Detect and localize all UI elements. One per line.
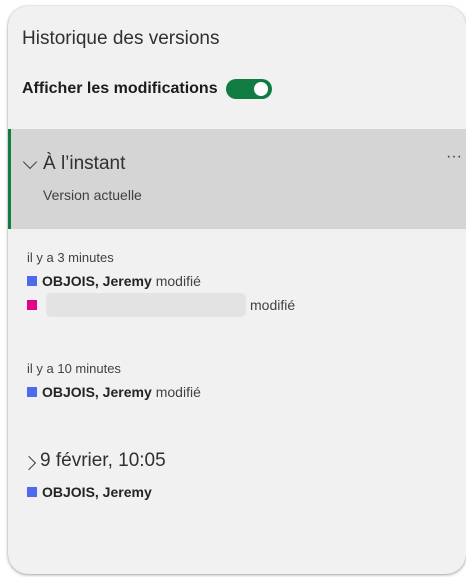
change-action: modifié bbox=[155, 384, 201, 400]
current-version-title: À l’instant bbox=[43, 153, 126, 174]
change-action: modifié bbox=[155, 273, 201, 289]
version-group-10-min: il y a 10 minutes OBJOIS, Jeremy modifié bbox=[27, 361, 201, 406]
change-action: modifié bbox=[250, 297, 296, 313]
current-version-subtitle: Version actuelle bbox=[43, 187, 142, 203]
version-timestamp: il y a 10 minutes bbox=[27, 361, 121, 376]
show-changes-row: Afficher les modifications bbox=[22, 79, 272, 99]
older-version-title: 9 février, 10:05 bbox=[40, 450, 166, 471]
change-entry: OBJOIS, Jeremy modifié bbox=[27, 271, 295, 291]
toggle-knob bbox=[253, 82, 268, 96]
current-version-item[interactable]: À l’instant Version actuelle ··· bbox=[8, 129, 466, 229]
chevron-right-icon[interactable] bbox=[21, 455, 37, 471]
author-name: OBJOIS, Jeremy bbox=[42, 484, 152, 500]
author-name: OBJOIS, Jeremy bbox=[42, 384, 152, 400]
redacted-author-name bbox=[46, 293, 246, 317]
author-color-square bbox=[27, 300, 37, 310]
chevron-down-icon[interactable] bbox=[22, 154, 38, 170]
version-history-panel: Historique des versions Afficher les mod… bbox=[8, 6, 466, 574]
author-color-square bbox=[27, 487, 37, 497]
change-entry: modifié bbox=[27, 293, 296, 317]
author-name: OBJOIS, Jeremy bbox=[42, 273, 152, 289]
show-changes-toggle[interactable] bbox=[225, 79, 272, 99]
author-color-square bbox=[27, 387, 37, 397]
version-timestamp: il y a 3 minutes bbox=[27, 250, 114, 265]
more-options-icon[interactable]: ··· bbox=[446, 149, 462, 165]
author-color-square bbox=[27, 276, 37, 286]
change-entry: OBJOIS, Jeremy bbox=[27, 482, 152, 502]
change-entry: OBJOIS, Jeremy modifié bbox=[27, 382, 201, 402]
show-changes-label: Afficher les modifications bbox=[22, 80, 218, 97]
version-group-3-min: il y a 3 minutes OBJOIS, Jeremy modifié … bbox=[27, 250, 295, 319]
panel-title: Historique des versions bbox=[22, 28, 220, 49]
